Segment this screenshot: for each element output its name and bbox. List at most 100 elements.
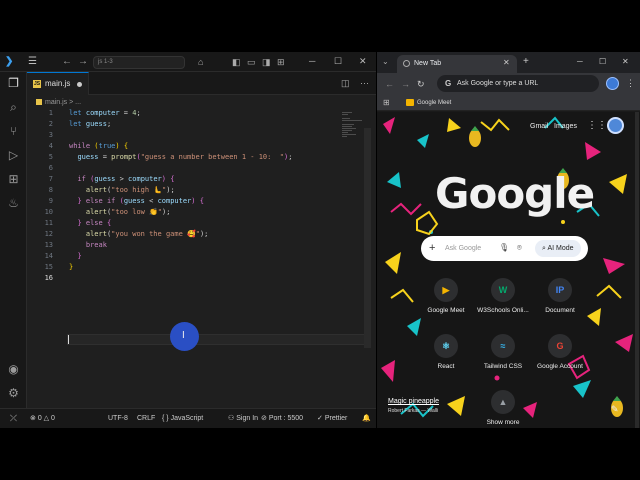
wallpaper-credit[interactable]: Magic pineapple Robert Farkas — Walli [388,397,439,415]
apps-grid-icon[interactable]: ⊞ [383,97,390,109]
current-line-highlight [67,334,365,345]
line-number: 1 [48,109,53,117]
shortcut-label: W3Schools Onli... [477,307,529,314]
language-mode[interactable]: { } JavaScript [162,414,203,424]
shortcut-glyph: ▲ [498,397,508,407]
google-g-icon: G [445,79,452,88]
signin-item[interactable]: ⚇ Sign In [228,414,258,424]
code-line-5: guess = prompt("guess a number between 1… [77,153,293,161]
ai-mode-label: ⌕ AI Mode [542,245,574,252]
editor-scrollbar[interactable] [364,128,371,348]
chrome-window: ⌄ New Tab ✕ + ─ ☐ ✕ ← → ↻ G Ask Google o… [377,52,640,428]
tab-main-js[interactable]: JS main.js [27,72,89,95]
explorer-icon[interactable]: ❐ [6,76,21,91]
images-link[interactable]: Images [554,122,577,132]
screen: ❯ ☰ ← → js 1-3 ⌂ ◧ ▭ ◨ ⊞ ─ ☐ ✕ ❐ ⌕ ⑂ ▷ ⊞… [0,0,640,480]
code-line-9: } else if (guess < computer) { [77,197,204,205]
notifications-bell-icon[interactable]: 🔔 [362,414,371,424]
python-icon[interactable]: ♨ [6,196,21,211]
back-arrow-icon[interactable]: ← [62,56,72,68]
toggle-secondary-sidebar-icon[interactable]: ◨ [262,56,271,68]
unsaved-dot-icon[interactable] [77,82,82,87]
bookmark-google-meet[interactable]: Google Meet [417,97,451,109]
google-apps-icon[interactable]: ⋮⋮ [587,120,607,132]
close-icon[interactable]: ✕ [359,55,367,67]
omnibox-placeholder: Ask Google or type a URL [457,80,539,87]
hamburger-menu-icon[interactable]: ☰ [28,56,37,68]
reload-icon[interactable]: ↻ [417,78,425,90]
forward-arrow-icon[interactable]: → [78,56,88,68]
shortcut-tile[interactable]: ▲ Show more [472,390,534,428]
google-meet-bookmark-icon [406,99,414,106]
tab-new-tab[interactable]: New Tab ✕ [397,55,517,73]
tab-close-icon[interactable]: ✕ [503,58,510,68]
new-tab-page: Gmail Images ⋮⋮ Google + Ask Google 🎙 ⌾ … [377,112,640,428]
toggle-sidebar-icon[interactable]: ◧ [232,56,241,68]
settings-gear-icon[interactable]: ⚙ [6,386,21,401]
customize-layout-icon[interactable]: ⊞ [277,56,285,68]
vscode-titlebar: ❯ ☰ ← → js 1-3 ⌂ ◧ ▭ ◨ ⊞ ─ ☐ ✕ [0,52,376,72]
toggle-panel-icon[interactable]: ▭ [247,56,256,68]
line-number: 9 [48,197,53,205]
prettier-item[interactable]: ✓ Prettier [317,414,347,424]
minimize-icon[interactable]: ─ [309,55,315,67]
status-bar: ⤫ ⊗ 0 △ 0 UTF-8 CRLF { } JavaScript ⚇ Si… [0,408,376,428]
google-search-box[interactable]: + Ask Google 🎙 ⌾ ⌕ AI Mode [421,236,588,261]
extensions-icon[interactable]: ⊞ [6,172,21,187]
encoding-indicator[interactable]: UTF-8 [108,414,128,424]
account-icon[interactable]: ◉ [6,362,21,377]
shortcut-tile[interactable]: ≈ Tailwind CSS [472,334,534,376]
eol-indicator[interactable]: CRLF [137,414,155,424]
shortcut-icon: G [548,334,572,358]
shortcut-tile[interactable]: ▶ Google Meet [415,278,477,320]
line-number: 11 [44,219,53,227]
omnibox[interactable]: G Ask Google or type a URL [437,75,599,92]
microphone-icon[interactable]: 🎙 [499,242,509,254]
shortcut-tile[interactable]: ⚛ React [415,334,477,376]
account-avatar[interactable] [607,117,624,134]
forward-arrow-icon[interactable]: → [401,78,410,90]
shortcut-tile[interactable]: W W3Schools Onli... [472,278,534,320]
search-icon[interactable]: ⌕ [6,100,21,115]
line-number: 12 [44,230,53,238]
new-tab-plus-icon[interactable]: + [523,56,529,68]
chrome-tabstrip: ⌄ New Tab ✕ + ─ ☐ ✕ [377,52,640,73]
breadcrumb-rest[interactable]: > ... [69,99,81,106]
credit-title[interactable]: Magic pineapple [388,397,439,407]
shortcut-label: Document [545,307,575,314]
breadcrumb-file[interactable]: main.js [45,99,67,106]
copilot-icon[interactable]: ⌂ [198,56,203,68]
ibeam-cursor-icon: I [182,330,185,341]
add-plus-icon[interactable]: + [429,241,435,255]
code-editor[interactable]: 1 2 3 4 5 6 7 8 9 10 11 12 13 14 15 16 let computer = 4… [27,108,365,408]
chrome-scrollbar[interactable] [635,112,639,428]
signin-label: Sign In [236,415,259,422]
close-icon[interactable]: ✕ [622,56,629,68]
shortcut-tile[interactable]: IP Document [529,278,591,320]
back-arrow-icon[interactable]: ← [385,78,394,90]
minimize-icon[interactable]: ─ [577,56,583,68]
line-number: 13 [44,241,53,249]
live-server-port[interactable]: ⊘ Port : 5500 [261,414,303,424]
profile-avatar[interactable] [606,77,619,90]
tab-search-icon[interactable]: ⌄ [382,57,389,67]
ai-mode-button[interactable]: ⌕ AI Mode [535,240,581,257]
maximize-icon[interactable]: ☐ [599,56,606,68]
remote-indicator-icon[interactable]: ⤫ [0,409,27,428]
customize-pencil-icon[interactable]: ✎ [611,403,619,415]
gmail-link[interactable]: Gmail [530,122,548,132]
code-line-14: } [77,252,82,260]
shortcut-tile[interactable]: G Google Account [529,334,591,376]
google-lens-icon[interactable]: ⌾ [517,242,522,254]
shortcut-label: Google Meet [427,307,465,314]
problems-indicator[interactable]: ⊗ 0 △ 0 [30,414,55,424]
more-actions-icon[interactable]: ⋯ [360,77,369,89]
shortcut-icon: W [491,278,515,302]
maximize-icon[interactable]: ☐ [334,55,342,67]
source-control-icon[interactable]: ⑂ [6,124,21,139]
run-debug-icon[interactable]: ▷ [6,148,21,163]
kebab-menu-icon[interactable]: ⋮ [626,77,635,89]
split-editor-icon[interactable]: ◫ [341,77,350,89]
shortcut-icon: IP [548,278,572,302]
command-center-search[interactable]: js 1-3 [93,56,185,69]
